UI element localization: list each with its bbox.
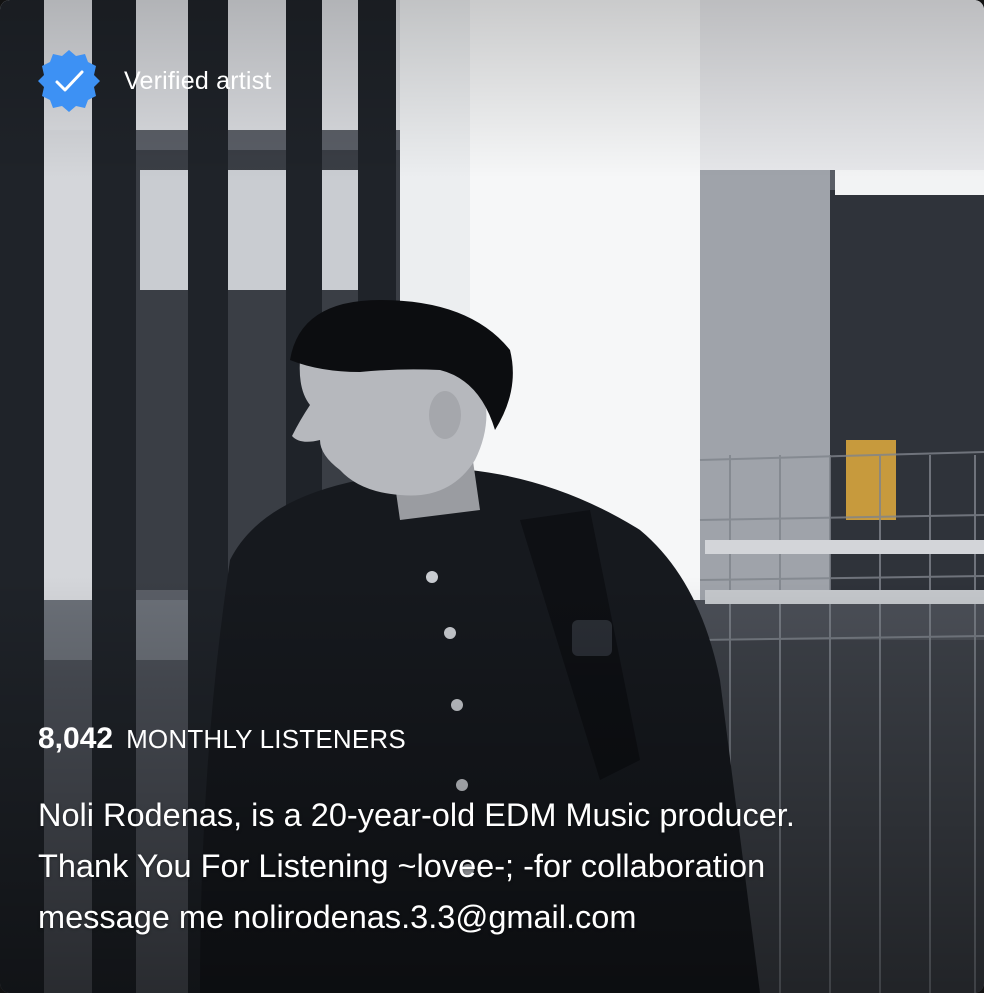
monthly-listeners: 8,042 MONTHLY LISTENERS: [38, 722, 406, 756]
bio-line: Noli Rodenas, is a 20-year-old EDM Music…: [38, 797, 795, 833]
verified-artist-label: Verified artist: [124, 66, 272, 95]
verified-check-icon: [38, 50, 100, 112]
bio-line: Thank You For Listening ~lovee-; -for co…: [38, 848, 766, 884]
bio-line: message me nolirodenas.3.3@gmail.com: [38, 899, 637, 935]
artist-about-card[interactable]: Verified artist 8,042 MONTHLY LISTENERS …: [0, 0, 984, 993]
monthly-listeners-label: MONTHLY LISTENERS: [126, 724, 406, 754]
verified-artist-row: Verified artist: [36, 48, 272, 114]
monthly-listeners-count: 8,042: [38, 722, 114, 755]
artist-bio[interactable]: Noli Rodenas, is a 20-year-old EDM Music…: [38, 790, 938, 943]
